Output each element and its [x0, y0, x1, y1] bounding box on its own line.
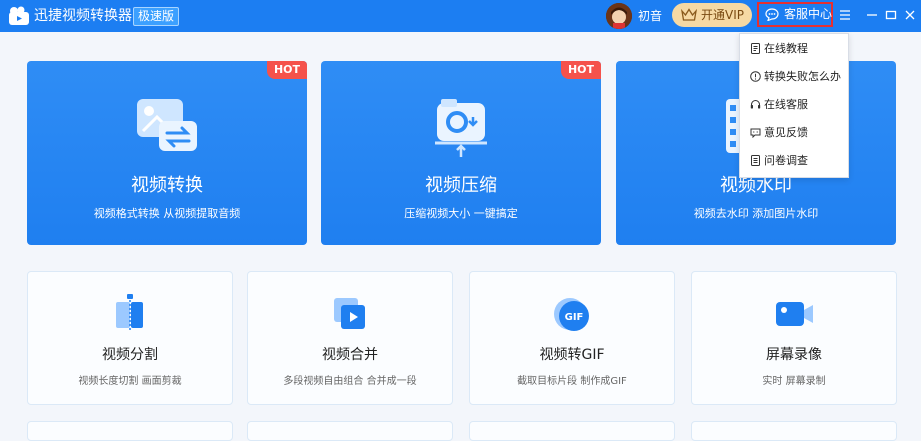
close-icon[interactable]: [903, 8, 917, 22]
chat-bubble-icon: [765, 8, 779, 21]
avatar-image-icon: [606, 3, 632, 29]
service-label: 客服中心: [784, 7, 833, 21]
gif-text: GIF: [565, 312, 584, 323]
card-subtitle: 多段视频自由组合 合并成一段: [283, 376, 417, 387]
edition-badge: 极速版: [133, 7, 180, 26]
screen-record-card[interactable]: 屏幕录像 实时 屏幕录制: [691, 271, 897, 405]
card-title: 视频转换: [131, 175, 203, 196]
menu-icon[interactable]: [838, 8, 852, 22]
video-to-gif-icon: GIF: [554, 298, 589, 331]
questionnaire-icon: [751, 155, 760, 166]
screen-record-icon: [776, 302, 813, 326]
menu-item-label: 在线教程: [764, 42, 808, 55]
card-subtitle: 视频格式转换 从视频提取音频: [93, 207, 241, 220]
card-title: 视频水印: [720, 175, 792, 196]
menu-item-questionnaire[interactable]: 问卷调查: [740, 147, 848, 175]
video-merge-icon: [334, 298, 365, 329]
hot-badge: HOT: [267, 61, 307, 79]
open-vip-button[interactable]: 开通VIP: [672, 3, 752, 27]
video-compress-icon: [435, 99, 487, 157]
menu-item-label: 意见反馈: [764, 126, 808, 139]
video-convert-card[interactable]: HOT 视频转换 视频格式转换 从视频提取音频: [27, 61, 307, 245]
hot-badge: HOT: [561, 61, 601, 79]
headset-icon: [750, 100, 761, 109]
video-compress-card[interactable]: HOT 视频压缩 压缩视频大小 一键搞定: [321, 61, 601, 245]
crown-icon: [681, 8, 697, 21]
tool-card-partial[interactable]: [247, 421, 453, 441]
card-subtitle: 压缩视频大小 一键搞定: [404, 207, 518, 220]
tool-card-partial[interactable]: [27, 421, 233, 441]
app-logo-icon: [9, 6, 29, 25]
menu-item-label: 问卷调查: [764, 154, 808, 167]
avatar[interactable]: [606, 3, 632, 29]
menu-item-feedback[interactable]: 意见反馈: [740, 119, 848, 147]
chat-bubble-icon: [750, 128, 761, 138]
card-title: 视频压缩: [425, 175, 497, 196]
card-subtitle: 视频去水印 添加图片水印: [693, 207, 819, 220]
info-icon: [750, 71, 761, 82]
menu-item-label: 转换失败怎么办: [764, 70, 841, 83]
tool-card-partial[interactable]: [691, 421, 897, 441]
card-subtitle: 视频长度切割 画面剪裁: [78, 376, 182, 387]
minimize-icon[interactable]: [865, 8, 879, 22]
video-convert-icon: [137, 99, 197, 151]
card-title: 视频转GIF: [539, 347, 605, 363]
username[interactable]: 初音: [638, 8, 662, 24]
customer-service-dropdown: 在线教程 转换失败怎么办 在线客服 意见反馈 问卷调查: [739, 33, 849, 178]
card-title: 屏幕录像: [766, 347, 822, 363]
menu-item-label: 在线客服: [764, 98, 808, 111]
document-icon: [751, 43, 760, 54]
card-title: 视频合并: [322, 347, 378, 363]
app-title: 迅捷视频转换器: [34, 8, 132, 24]
menu-item-online-tutorial[interactable]: 在线教程: [740, 35, 848, 63]
title-bar: 迅捷视频转换器 极速版 初音 开通VIP 客服中心: [0, 0, 921, 32]
video-to-gif-card[interactable]: GIF 视频转GIF 截取目标片段 制作成GIF: [469, 271, 675, 405]
tool-card-partial[interactable]: [469, 421, 675, 441]
video-split-card[interactable]: 视频分割 视频长度切割 画面剪裁: [27, 271, 233, 405]
card-subtitle: 实时 屏幕录制: [762, 376, 826, 387]
vip-label: 开通VIP: [701, 8, 744, 22]
menu-item-conversion-failed[interactable]: 转换失败怎么办: [740, 63, 848, 91]
maximize-icon[interactable]: [884, 8, 898, 22]
card-title: 视频分割: [102, 347, 158, 363]
menu-item-online-service[interactable]: 在线客服: [740, 91, 848, 119]
video-merge-card[interactable]: 视频合并 多段视频自由组合 合并成一段: [247, 271, 453, 405]
customer-service-button[interactable]: 客服中心: [757, 2, 833, 27]
video-split-icon: [116, 294, 143, 332]
card-subtitle: 截取目标片段 制作成GIF: [517, 376, 627, 387]
